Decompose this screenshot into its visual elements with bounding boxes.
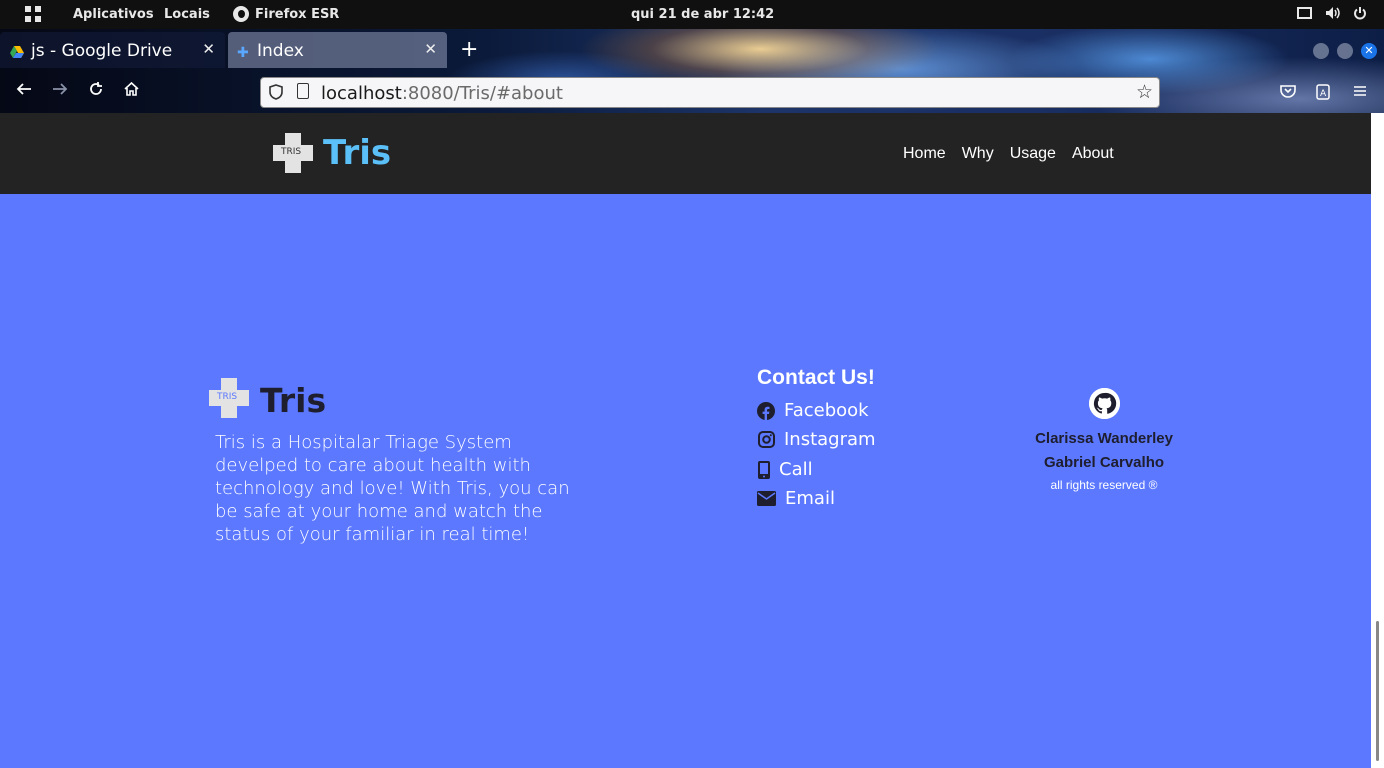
back-button[interactable] — [13, 81, 35, 102]
screen-icon[interactable] — [1297, 6, 1312, 24]
system-top-bar: Aplicativos Locais Firefox ESR qui 21 de… — [0, 0, 1384, 29]
github-icon[interactable] — [1089, 388, 1120, 419]
facebook-label: Facebook — [784, 400, 869, 421]
menu-icon[interactable] — [1353, 84, 1367, 98]
places-menu[interactable]: Locais — [164, 7, 210, 22]
facebook-icon — [757, 401, 775, 420]
browser-chrome: js - Google Drive ✕ ✚ Index ✕ + ✕ localh… — [0, 29, 1384, 113]
google-drive-icon — [10, 46, 24, 58]
scrollbar-thumb[interactable] — [1376, 621, 1379, 761]
envelope-icon — [757, 490, 776, 508]
nav-home-link[interactable]: Home — [903, 145, 946, 163]
site-nav: Home Why Usage About — [903, 145, 1114, 163]
minimize-window-button[interactable] — [1313, 43, 1329, 59]
call-link[interactable]: Call — [757, 459, 813, 480]
address-bar[interactable]: localhost:8080/Tris/#about ☆ — [260, 77, 1160, 108]
close-tab-icon[interactable]: ✕ — [424, 40, 437, 58]
tab-index[interactable]: ✚ Index ✕ — [228, 32, 447, 68]
call-label: Call — [779, 459, 813, 480]
power-icon[interactable] — [1353, 6, 1367, 24]
site-favicon-icon: ✚ — [237, 45, 249, 61]
close-tab-icon[interactable]: ✕ — [202, 40, 215, 58]
tris-logo-icon[interactable]: TRIS — [273, 133, 313, 173]
tab-title: Index — [257, 41, 304, 61]
close-window-button[interactable]: ✕ — [1361, 43, 1377, 59]
pocket-icon[interactable] — [1280, 84, 1296, 98]
web-page: TRIS Tris Home Why Usage About TRIS Tris… — [0, 113, 1371, 768]
url-text[interactable]: localhost:8080/Tris/#about — [321, 83, 563, 104]
about-brand: Tris — [260, 381, 327, 420]
reload-button[interactable] — [85, 81, 107, 102]
tab-google-drive[interactable]: js - Google Drive ✕ — [0, 32, 225, 68]
email-link[interactable]: Email — [757, 488, 835, 509]
clock[interactable]: qui 21 de abr 12:42 — [631, 7, 774, 22]
about-description: Tris is a Hospitalar Triage System devel… — [215, 432, 570, 545]
contact-title: Contact Us! — [757, 366, 875, 389]
nav-about-link[interactable]: About — [1072, 145, 1114, 163]
credit-author-1: Clarissa Wanderley — [1035, 430, 1173, 447]
apps-grid-icon[interactable] — [25, 6, 41, 22]
facebook-link[interactable]: Facebook — [757, 400, 869, 421]
new-tab-button[interactable]: + — [460, 37, 478, 62]
instagram-label: Instagram — [784, 429, 876, 450]
active-app-menu[interactable]: Firefox ESR — [255, 7, 339, 22]
svg-text:A: A — [1320, 89, 1327, 99]
tris-logo-icon: TRIS — [209, 378, 249, 418]
shield-icon[interactable] — [269, 84, 283, 104]
extension-icon[interactable]: A — [1316, 84, 1330, 100]
maximize-window-button[interactable] — [1337, 43, 1353, 59]
phone-icon — [757, 460, 770, 479]
nav-why-link[interactable]: Why — [962, 145, 994, 163]
site-navbar: TRIS Tris Home Why Usage About — [0, 113, 1371, 194]
instagram-link[interactable]: Instagram — [757, 429, 876, 450]
applications-menu[interactable]: Aplicativos — [73, 7, 154, 22]
volume-icon[interactable] — [1325, 6, 1341, 24]
nav-usage-link[interactable]: Usage — [1010, 145, 1056, 163]
forward-button[interactable] — [49, 81, 71, 102]
page-scrollbar[interactable] — [1371, 113, 1384, 768]
instagram-icon — [757, 431, 775, 449]
credit-author-2: Gabriel Carvalho — [1043, 454, 1165, 471]
tab-title: js - Google Drive — [31, 41, 173, 61]
firefox-icon — [233, 6, 249, 22]
email-label: Email — [785, 488, 835, 509]
home-button[interactable] — [120, 81, 142, 102]
site-brand[interactable]: Tris — [323, 133, 391, 173]
rights-text: all rights reserved ® — [1050, 478, 1158, 492]
page-info-icon[interactable] — [297, 83, 309, 99]
bookmark-star-icon[interactable]: ☆ — [1136, 81, 1153, 103]
